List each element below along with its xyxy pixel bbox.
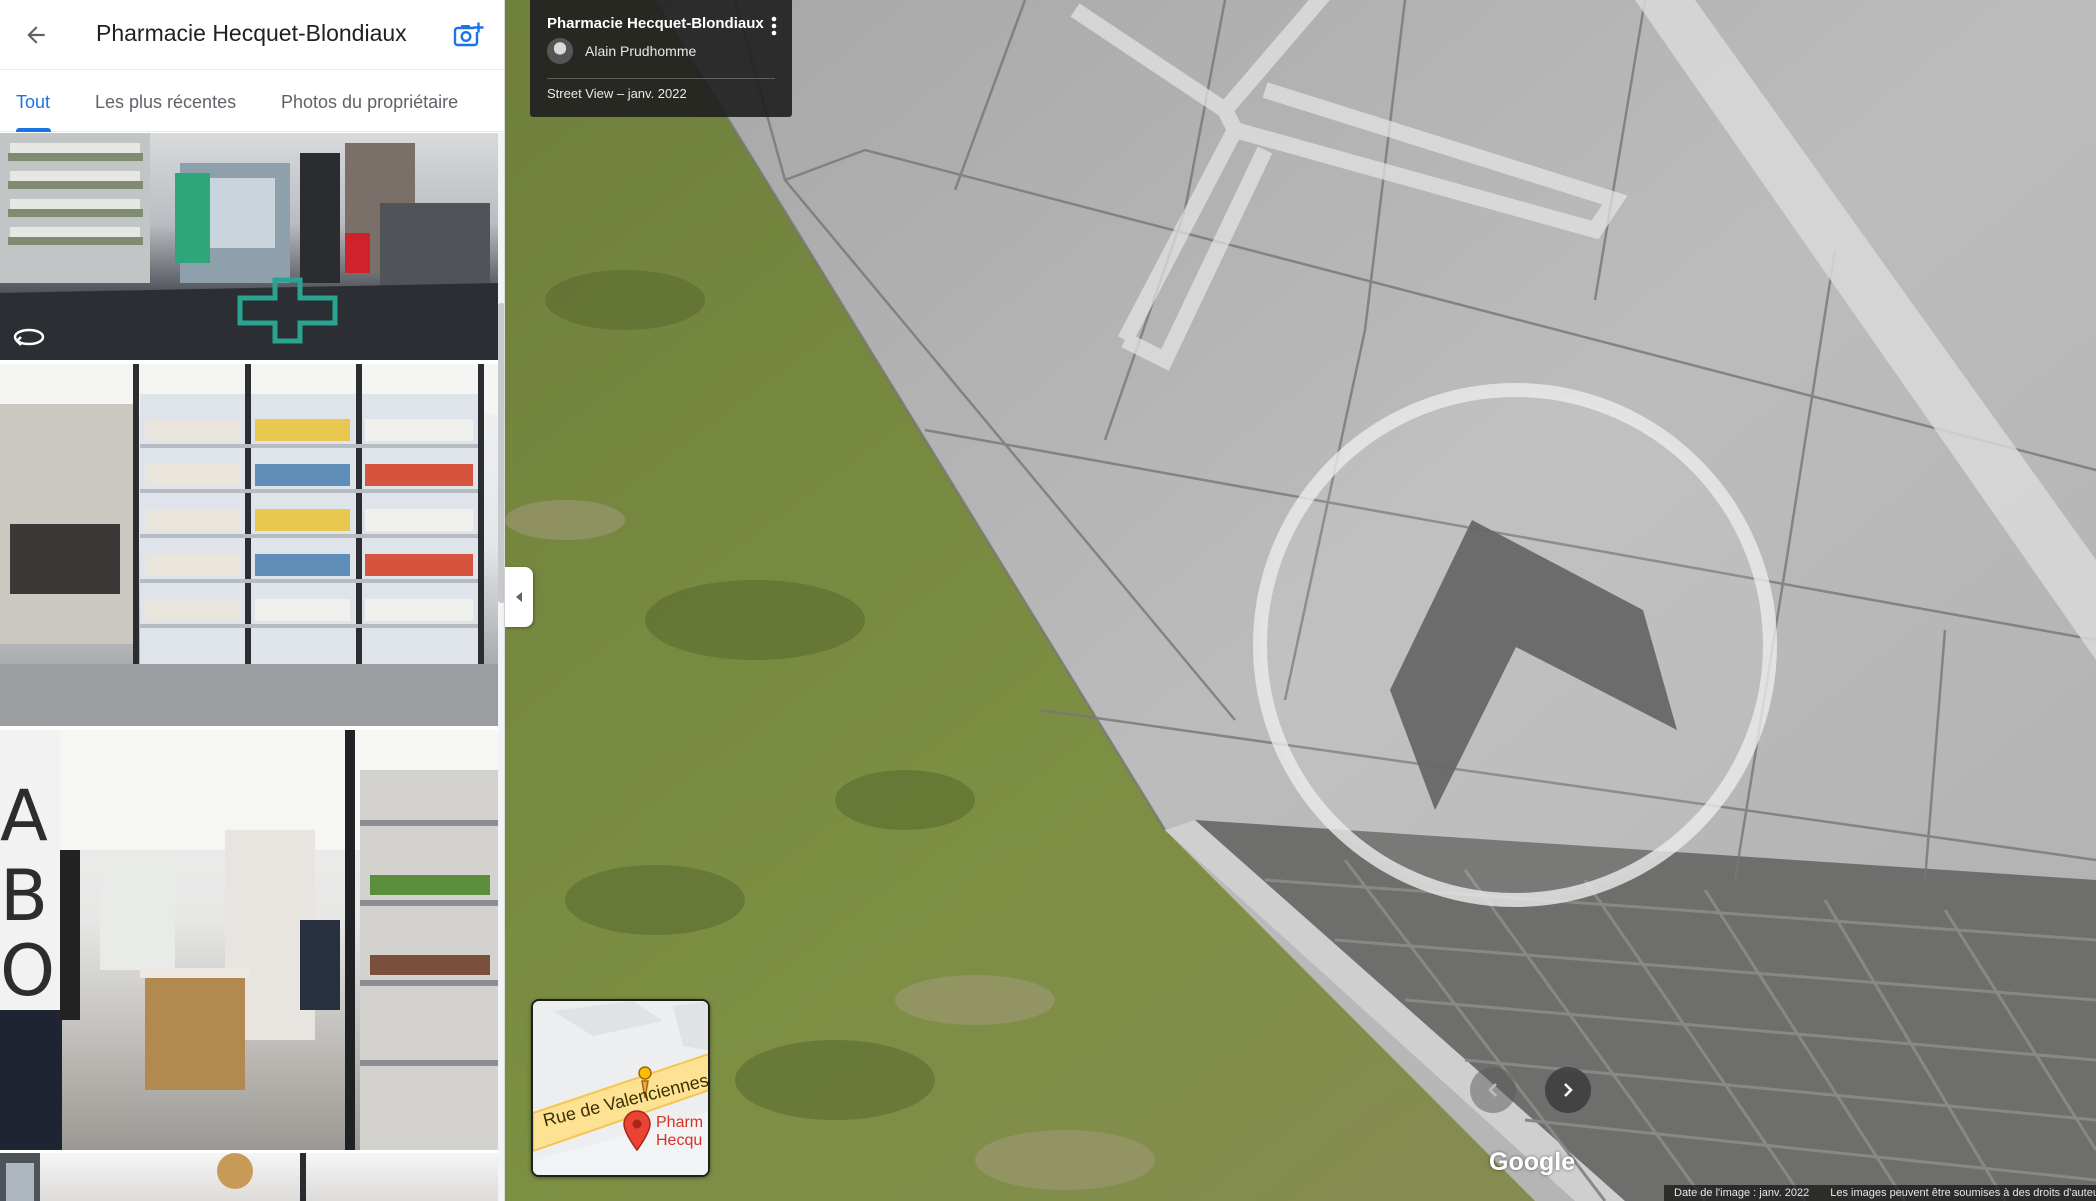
photo-pharmacy-shelves bbox=[0, 364, 498, 726]
more-vert-icon[interactable] bbox=[766, 14, 782, 38]
author-name[interactable]: Alain Prudhomme bbox=[585, 43, 696, 59]
chevron-left-icon bbox=[1488, 1083, 1497, 1097]
collapse-panel-button[interactable] bbox=[505, 567, 533, 627]
svg-text:O: O bbox=[0, 930, 55, 1012]
photo-thumbnail-4[interactable] bbox=[0, 1153, 498, 1201]
tab-recent[interactable]: Les plus récentes bbox=[95, 92, 236, 113]
add-photo-camera-icon bbox=[453, 22, 484, 47]
next-image-button[interactable] bbox=[1545, 1067, 1591, 1113]
photo-thumbnail-1[interactable] bbox=[0, 133, 498, 360]
back-button[interactable] bbox=[14, 13, 58, 57]
svg-text:B: B bbox=[0, 855, 48, 937]
minimap[interactable]: Rue de Valenciennes Pharm Hecqu bbox=[531, 999, 710, 1177]
svg-text:A: A bbox=[0, 775, 48, 857]
360-view-icon bbox=[13, 328, 45, 346]
photo-thumbnail-3[interactable]: A B O bbox=[0, 730, 498, 1150]
tab-all[interactable]: Tout bbox=[16, 92, 50, 113]
page-title: Pharmacie Hecquet-Blondiaux bbox=[96, 20, 407, 46]
photo-pharmacy-interior: A B O bbox=[0, 730, 498, 1150]
photo-pharmacy-entrance bbox=[0, 133, 498, 360]
add-photo-button[interactable] bbox=[446, 13, 490, 57]
street-view-panorama[interactable] bbox=[505, 0, 2096, 1201]
capture-date: Street View – janv. 2022 bbox=[547, 86, 687, 101]
google-logo: Google bbox=[1489, 1148, 1576, 1176]
image-date-text: Date de l'image : janv. 2022 bbox=[1674, 1187, 1810, 1199]
rights-text[interactable]: Les images peuvent être soumises à des d… bbox=[1830, 1187, 2096, 1199]
panel-header: Pharmacie Hecquet-Blondiaux bbox=[0, 0, 504, 70]
streetview-info-card: Pharmacie Hecquet-Blondiaux Alain Prudho… bbox=[530, 0, 792, 117]
info-divider bbox=[547, 78, 775, 79]
imagery-footer: Date de l'image : janv. 2022 Les images … bbox=[1664, 1185, 2096, 1201]
active-tab-indicator bbox=[16, 128, 51, 132]
photo-pharmacy-ceiling bbox=[0, 1153, 306, 1201]
arrow-left-icon bbox=[27, 26, 45, 44]
photos-panel: Pharmacie Hecquet-Blondiaux Tout Les plu… bbox=[0, 0, 505, 1201]
scrollbar-thumb[interactable] bbox=[498, 303, 504, 603]
caret-left-icon bbox=[516, 592, 522, 602]
place-title[interactable]: Pharmacie Hecquet-Blondiaux bbox=[547, 15, 764, 32]
photo-thumbnail-2[interactable] bbox=[0, 364, 498, 726]
street-view-imagery bbox=[505, 0, 2096, 1201]
previous-image-button[interactable] bbox=[1470, 1067, 1516, 1113]
tab-owner-photos[interactable]: Photos du propriétaire bbox=[281, 92, 458, 113]
minimap-place-label: Pharm Hecqu bbox=[656, 1114, 704, 1149]
photo-tabs: Tout Les plus récentes Photos du proprié… bbox=[0, 70, 504, 132]
app-root: Pharmacie Hecquet-Blondiaux Tout Les plu… bbox=[0, 0, 2096, 1201]
photos-scrollbar[interactable] bbox=[498, 133, 504, 1201]
author-avatar bbox=[547, 38, 573, 64]
map-pin-icon bbox=[623, 1110, 651, 1151]
chevron-right-icon bbox=[1564, 1083, 1573, 1097]
